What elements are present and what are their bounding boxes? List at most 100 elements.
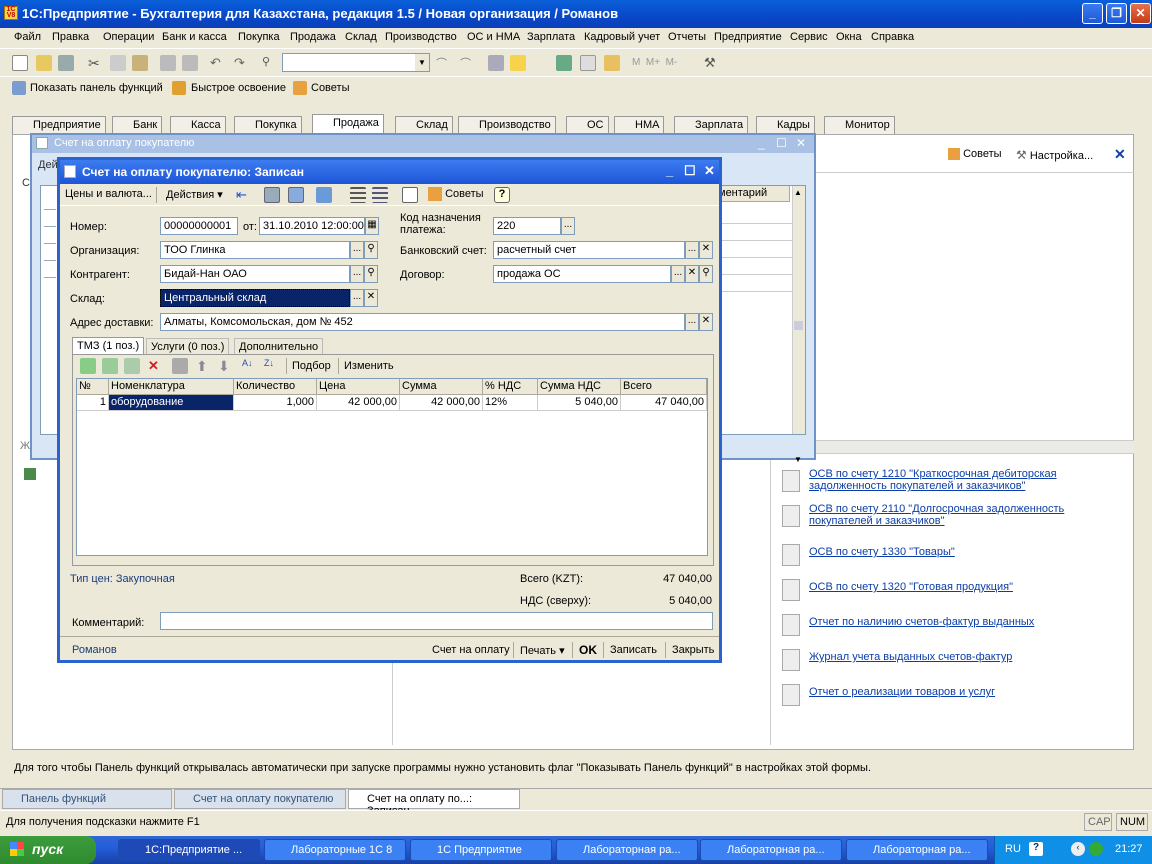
cell-vat-amount[interactable]: 5 040,00 [538, 395, 621, 411]
doc-minimize-button[interactable]: _ [666, 163, 673, 178]
contract-field[interactable]: продажа ОС [493, 265, 671, 283]
select-button[interactable]: ... [685, 313, 699, 331]
list-icon[interactable] [350, 187, 366, 203]
col-nomenclature[interactable]: Номенклатура [109, 379, 234, 395]
save-icon[interactable] [58, 55, 74, 71]
find-prev-icon[interactable]: ⌒ [436, 55, 452, 71]
col-price[interactable]: Цена [317, 379, 400, 395]
add-row-icon[interactable] [80, 358, 96, 374]
post-icon[interactable] [264, 187, 280, 203]
menu-edit[interactable]: Правка [52, 31, 89, 43]
tab-purchase[interactable]: Покупка [234, 116, 302, 134]
task-item[interactable]: 1С:Предприятие ... [118, 839, 260, 861]
scroll-thumb[interactable] [794, 321, 803, 330]
task-item[interactable]: Лабораторная ра... [846, 839, 988, 861]
window-tab-invoice-list[interactable]: Счет на оплату покупателю [174, 789, 346, 809]
calendar-icon[interactable] [580, 55, 596, 71]
save-button[interactable]: Записать [610, 644, 657, 656]
panel-close-icon[interactable]: ✕ [1114, 146, 1126, 163]
cut-icon[interactable]: ✂ [88, 55, 104, 71]
tab-bank[interactable]: Банк [112, 116, 163, 134]
panel-tips-button[interactable]: Советы [948, 148, 1002, 161]
menu-help[interactable]: Справка [871, 31, 914, 43]
select-button[interactable]: ... [561, 217, 575, 235]
maximize-button[interactable]: ❐ [1106, 3, 1127, 24]
list-minimize-button[interactable]: _ [758, 136, 765, 150]
comment-field[interactable] [160, 612, 713, 630]
clear-icon[interactable]: ✕ [699, 313, 713, 331]
help-icon[interactable]: ? [494, 187, 510, 203]
cell-amount[interactable]: 42 000,00 [400, 395, 483, 411]
structure-icon[interactable] [372, 187, 388, 203]
tools-icon[interactable]: ⚒ [704, 55, 720, 71]
task-item[interactable]: Лабораторные 1С 8 [264, 839, 406, 861]
task-item[interactable]: 1С Предприятие [410, 839, 552, 861]
tab-production[interactable]: Производство [458, 116, 556, 134]
tab-intangible[interactable]: НМА [614, 116, 665, 134]
chevron-left-icon[interactable]: ‹ [1071, 842, 1085, 856]
task-item[interactable]: Лабораторная ра... [556, 839, 698, 861]
price-type-link[interactable]: Тип цен: Закупочная [70, 573, 175, 585]
report-link[interactable]: ОСВ по счету 1210 "Краткосрочная дебитор… [809, 468, 1109, 492]
counterparty-field[interactable]: Бидай-Нан ОАО [160, 265, 350, 283]
report-link[interactable]: Отчет о реализации товаров и услуг [809, 686, 1109, 698]
calendar-icon[interactable]: ▦ [365, 217, 379, 235]
menu-warehouse[interactable]: Склад [345, 31, 377, 43]
select-button[interactable]: ... [350, 241, 364, 259]
menu-fixed-assets[interactable]: ОС и НМА [467, 31, 520, 43]
scroll-down-icon[interactable]: ▼ [794, 455, 802, 464]
cell-total[interactable]: 47 040,00 [621, 395, 707, 411]
tab-salary[interactable]: Зарплата [674, 116, 749, 134]
search-input[interactable]: ▼ [282, 53, 430, 72]
quick-learn-button[interactable]: Быстрое освоение [191, 82, 286, 94]
delivery-address-field[interactable]: Алматы, Комсомольская, дом № 452 [160, 313, 685, 331]
task-item[interactable]: Лабораторная ра... [700, 839, 842, 861]
calculator-icon[interactable] [556, 55, 572, 71]
open-icon[interactable] [36, 55, 52, 71]
open-search-icon[interactable]: ⚲ [699, 265, 713, 283]
prices-currency-button[interactable]: Цены и валюта... [65, 188, 152, 200]
tab-warehouse[interactable]: Склад [395, 116, 453, 134]
show-panel-button[interactable]: Показать панель функций [30, 82, 163, 94]
tab-enterprise[interactable]: Предприятие [12, 116, 106, 134]
select-button[interactable]: ... [350, 289, 364, 307]
copy-row-icon[interactable] [102, 358, 118, 374]
clear-icon[interactable]: ✕ [699, 241, 713, 259]
tray-app-icon[interactable] [1089, 842, 1103, 856]
user-icon[interactable] [604, 55, 620, 71]
menu-salary[interactable]: Зарплата [527, 31, 575, 43]
col-quantity[interactable]: Количество [234, 379, 317, 395]
col-number[interactable]: № [77, 379, 109, 395]
cell-nomenclature[interactable]: оборудование [109, 395, 234, 411]
chevron-down-icon[interactable]: ▼ [415, 54, 429, 71]
report-link[interactable]: ОСВ по счету 1330 "Товары" [809, 546, 1109, 558]
move-down-icon[interactable]: ⬇ [218, 358, 234, 374]
window-tab-invoice-doc[interactable]: Счет на оплату по...: Записан [348, 789, 520, 817]
sort-desc-icon[interactable]: Z↓ [264, 358, 280, 374]
col-total[interactable]: Всего [621, 379, 707, 395]
tab-cash[interactable]: Касса [170, 116, 226, 134]
journal-icon[interactable] [402, 187, 418, 203]
ok-button[interactable]: OK [579, 643, 597, 657]
menu-hr[interactable]: Кадровый учет [584, 31, 660, 43]
actions-menu[interactable]: Действия ▾ [166, 188, 223, 201]
select-button[interactable]: ... [350, 265, 364, 283]
table-row[interactable]: 1 оборудование 1,000 42 000,00 42 000,00… [77, 395, 707, 411]
start-button[interactable]: пуск [0, 836, 96, 864]
report-link[interactable]: ОСВ по счету 1320 "Готовая продукция" [809, 581, 1109, 593]
warehouse-field[interactable]: Центральный склад [160, 289, 350, 307]
author-link[interactable]: Романов [72, 644, 117, 656]
select-button[interactable]: ... [685, 241, 699, 259]
number-field[interactable]: 00000000001 [160, 217, 238, 235]
windows-icon[interactable] [488, 55, 504, 71]
find-next-icon[interactable]: ⌒ [460, 55, 476, 71]
tab-hr[interactable]: Кадры [756, 116, 815, 134]
list-actions-menu[interactable]: Дей [38, 159, 58, 171]
col-amount[interactable]: Сумма [400, 379, 483, 395]
menu-bank[interactable]: Банк и касса [162, 31, 227, 43]
organization-field[interactable]: ТОО Глинка [160, 241, 350, 259]
invoice-print-button[interactable]: Счет на оплату [432, 644, 510, 656]
doc-maximize-button[interactable]: ☐ [684, 163, 696, 179]
menu-windows[interactable]: Окна [836, 31, 862, 43]
clear-icon[interactable]: ✕ [364, 289, 378, 307]
